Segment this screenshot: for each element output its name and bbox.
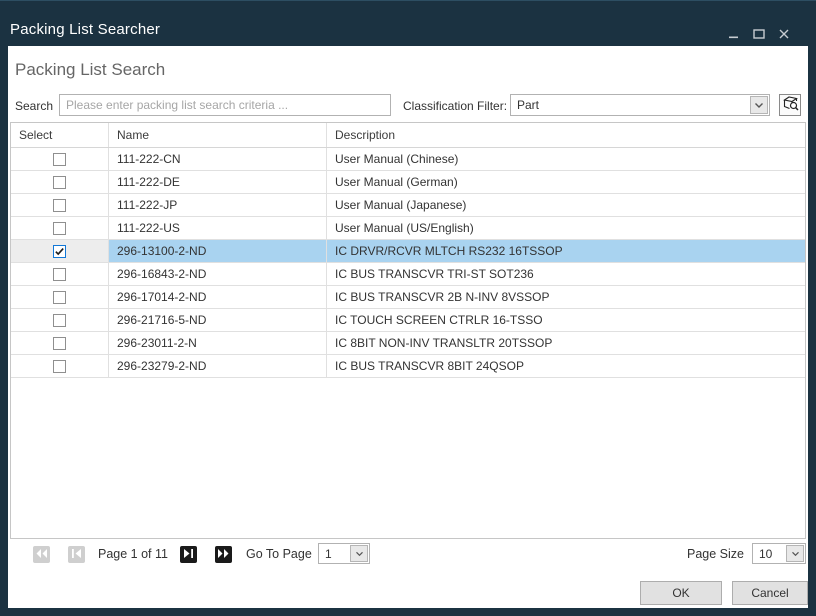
ok-button[interactable]: OK	[640, 581, 722, 605]
description-cell: IC BUS TRANSCVR TRI-ST SOT236	[327, 263, 805, 285]
row-checkbox[interactable]	[53, 360, 66, 373]
search-label: Search	[15, 99, 53, 113]
select-cell	[11, 286, 109, 308]
chevron-down-icon[interactable]	[750, 96, 768, 114]
chevron-down-icon[interactable]	[786, 545, 804, 562]
last-page-icon	[217, 546, 230, 564]
row-checkbox[interactable]	[53, 314, 66, 327]
name-cell: 296-13100-2-ND	[109, 240, 327, 262]
name-cell: 296-23279-2-ND	[109, 355, 327, 377]
table-row[interactable]: 111-222-JPUser Manual (Japanese)	[11, 194, 805, 217]
description-cell: IC 8BIT NON-INV TRANSLTR 20TSSOP	[327, 332, 805, 354]
row-checkbox[interactable]	[53, 176, 66, 189]
description-cell: IC DRVR/RCVR MLTCH RS232 16TSSOP	[327, 240, 805, 262]
dialog-content: Packing List Search Search Classificatio…	[8, 46, 808, 608]
description-cell: IC BUS TRANSCVR 8BIT 24QSOP	[327, 355, 805, 377]
go-to-page-label: Go To Page	[246, 547, 312, 561]
cube-search-icon	[782, 94, 799, 116]
name-cell: 111-222-JP	[109, 194, 327, 216]
minimize-icon[interactable]	[728, 27, 740, 39]
description-cell: IC BUS TRANSCVR 2B N-INV 8VSSOP	[327, 286, 805, 308]
row-checkbox[interactable]	[53, 222, 66, 235]
page-size-value: 10	[759, 547, 772, 561]
select-cell	[11, 217, 109, 239]
table-row[interactable]: 111-222-USUser Manual (US/English)	[11, 217, 805, 240]
go-to-page-value: 1	[325, 547, 332, 561]
select-cell	[11, 240, 109, 262]
previous-page-icon	[71, 546, 82, 564]
description-cell: IC TOUCH SCREEN CTRLR 16-TSSO	[327, 309, 805, 331]
title-bar[interactable]: Packing List Searcher	[0, 0, 816, 46]
select-cell	[11, 148, 109, 170]
table-row[interactable]: 111-222-CNUser Manual (Chinese)	[11, 148, 805, 171]
column-header-description[interactable]: Description	[327, 123, 805, 147]
window-title: Packing List Searcher	[10, 21, 160, 38]
table-row[interactable]: 296-16843-2-NDIC BUS TRANSCVR TRI-ST SOT…	[11, 263, 805, 286]
table-row[interactable]: 296-23011-2-NIC 8BIT NON-INV TRANSLTR 20…	[11, 332, 805, 355]
table-row[interactable]: 111-222-DEUser Manual (German)	[11, 171, 805, 194]
part-search-button[interactable]	[779, 94, 801, 116]
packing-list-searcher-window: Packing List Searcher Packing List Searc…	[0, 0, 816, 616]
maximize-icon[interactable]	[753, 27, 765, 39]
select-cell	[11, 355, 109, 377]
window-controls	[728, 27, 790, 39]
name-cell: 111-222-DE	[109, 171, 327, 193]
name-cell: 296-23011-2-N	[109, 332, 327, 354]
select-cell	[11, 332, 109, 354]
last-page-button[interactable]	[215, 546, 232, 563]
classification-filter-value: Part	[517, 98, 539, 112]
classification-filter-dropdown[interactable]: Part	[510, 94, 770, 116]
name-cell: 111-222-CN	[109, 148, 327, 170]
classification-filter-label: Classification Filter:	[403, 99, 507, 113]
table-row[interactable]: 296-23279-2-NDIC BUS TRANSCVR 8BIT 24QSO…	[11, 355, 805, 378]
description-cell: User Manual (Chinese)	[327, 148, 805, 170]
table-row[interactable]: 296-21716-5-NDIC TOUCH SCREEN CTRLR 16-T…	[11, 309, 805, 332]
packing-list-table: Select Name Description 111-222-CNUser M…	[10, 122, 806, 539]
previous-page-button[interactable]	[68, 546, 85, 563]
name-cell: 296-21716-5-ND	[109, 309, 327, 331]
row-checkbox[interactable]	[53, 199, 66, 212]
name-cell: 111-222-US	[109, 217, 327, 239]
chevron-down-icon[interactable]	[350, 545, 368, 562]
table-row[interactable]: 296-17014-2-NDIC BUS TRANSCVR 2B N-INV 8…	[11, 286, 805, 309]
next-page-icon	[183, 546, 194, 564]
page-title: Packing List Search	[15, 60, 165, 80]
table-body: 111-222-CNUser Manual (Chinese)111-222-D…	[11, 148, 805, 378]
page-size-label: Page Size	[687, 547, 744, 561]
page-size-dropdown[interactable]: 10	[752, 543, 806, 564]
page-status: Page 1 of 11	[98, 547, 168, 561]
cancel-button[interactable]: Cancel	[732, 581, 808, 605]
row-checkbox-checked[interactable]	[53, 245, 66, 258]
row-checkbox[interactable]	[53, 268, 66, 281]
description-cell: User Manual (Japanese)	[327, 194, 805, 216]
row-checkbox[interactable]	[53, 291, 66, 304]
name-cell: 296-17014-2-ND	[109, 286, 327, 308]
select-cell	[11, 263, 109, 285]
table-row[interactable]: 296-13100-2-NDIC DRVR/RCVR MLTCH RS232 1…	[11, 240, 805, 263]
description-cell: User Manual (US/English)	[327, 217, 805, 239]
name-cell: 296-16843-2-ND	[109, 263, 327, 285]
select-cell	[11, 194, 109, 216]
next-page-button[interactable]	[180, 546, 197, 563]
search-input[interactable]	[59, 94, 391, 116]
first-page-icon	[35, 546, 48, 564]
row-checkbox[interactable]	[53, 153, 66, 166]
table-header: Select Name Description	[11, 123, 805, 148]
first-page-button[interactable]	[33, 546, 50, 563]
select-cell	[11, 309, 109, 331]
row-checkbox[interactable]	[53, 337, 66, 350]
description-cell: User Manual (German)	[327, 171, 805, 193]
column-header-select[interactable]: Select	[11, 123, 109, 147]
go-to-page-dropdown[interactable]: 1	[318, 543, 370, 564]
column-header-name[interactable]: Name	[109, 123, 327, 147]
select-cell	[11, 171, 109, 193]
close-icon[interactable]	[778, 27, 790, 39]
